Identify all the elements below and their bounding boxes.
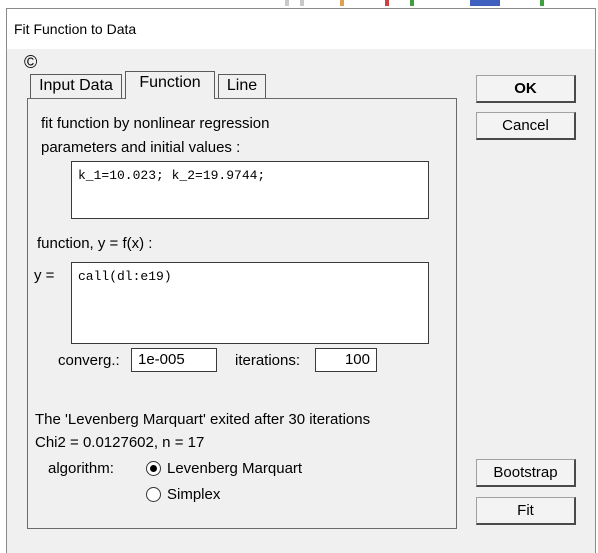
radio-selected-icon[interactable] (146, 461, 161, 476)
window-title: Fit Function to Data (14, 21, 137, 37)
radio-dot-icon (150, 465, 157, 472)
params-input[interactable]: k_1=10.023; k_2=19.9744; (71, 161, 429, 219)
tab-function[interactable]: Function (125, 71, 215, 99)
background-mark (285, 0, 289, 6)
copyright-icon: © (24, 52, 38, 72)
converg-label: converg.: (58, 352, 120, 369)
y-equals-label: y = (34, 267, 55, 284)
function-label: function, y = f(x) : (37, 235, 153, 252)
tab-label: Function (139, 74, 201, 91)
tab-label: Line (226, 77, 258, 94)
fit-button[interactable]: Fit (476, 497, 576, 525)
background-mark (540, 0, 544, 6)
radio-label: Levenberg Marquart (167, 460, 303, 477)
params-label: parameters and initial values : (41, 139, 241, 156)
algorithm-label: algorithm: (48, 460, 114, 477)
function-input[interactable]: call(dl:e19) (71, 262, 429, 344)
status-message: The 'Levenberg Marquart' exited after 30… (35, 411, 371, 428)
background-mark (300, 0, 304, 6)
iterations-input[interactable]: 100 (315, 348, 377, 372)
radio-unselected-icon[interactable] (146, 487, 161, 502)
iterations-label: iterations: (235, 352, 301, 369)
background-strip (0, 0, 598, 8)
background-mark (385, 0, 389, 6)
background-mark (410, 0, 414, 6)
ok-button[interactable]: OK (476, 75, 576, 103)
background-mark (470, 0, 500, 6)
bootstrap-button[interactable]: Bootstrap (476, 459, 576, 487)
tab-input-data[interactable]: Input Data (30, 74, 122, 98)
chi-square-result: Chi2 = 0.0127602, n = 17 (35, 434, 205, 451)
tab-line[interactable]: Line (218, 74, 266, 98)
cancel-button[interactable]: Cancel (476, 112, 576, 140)
panel-heading: fit function by nonlinear regression (41, 115, 270, 132)
background-mark (340, 0, 344, 6)
tab-label: Input Data (39, 77, 113, 94)
converg-input[interactable]: 1e-005 (131, 348, 217, 372)
radio-label: Simplex (167, 486, 221, 503)
